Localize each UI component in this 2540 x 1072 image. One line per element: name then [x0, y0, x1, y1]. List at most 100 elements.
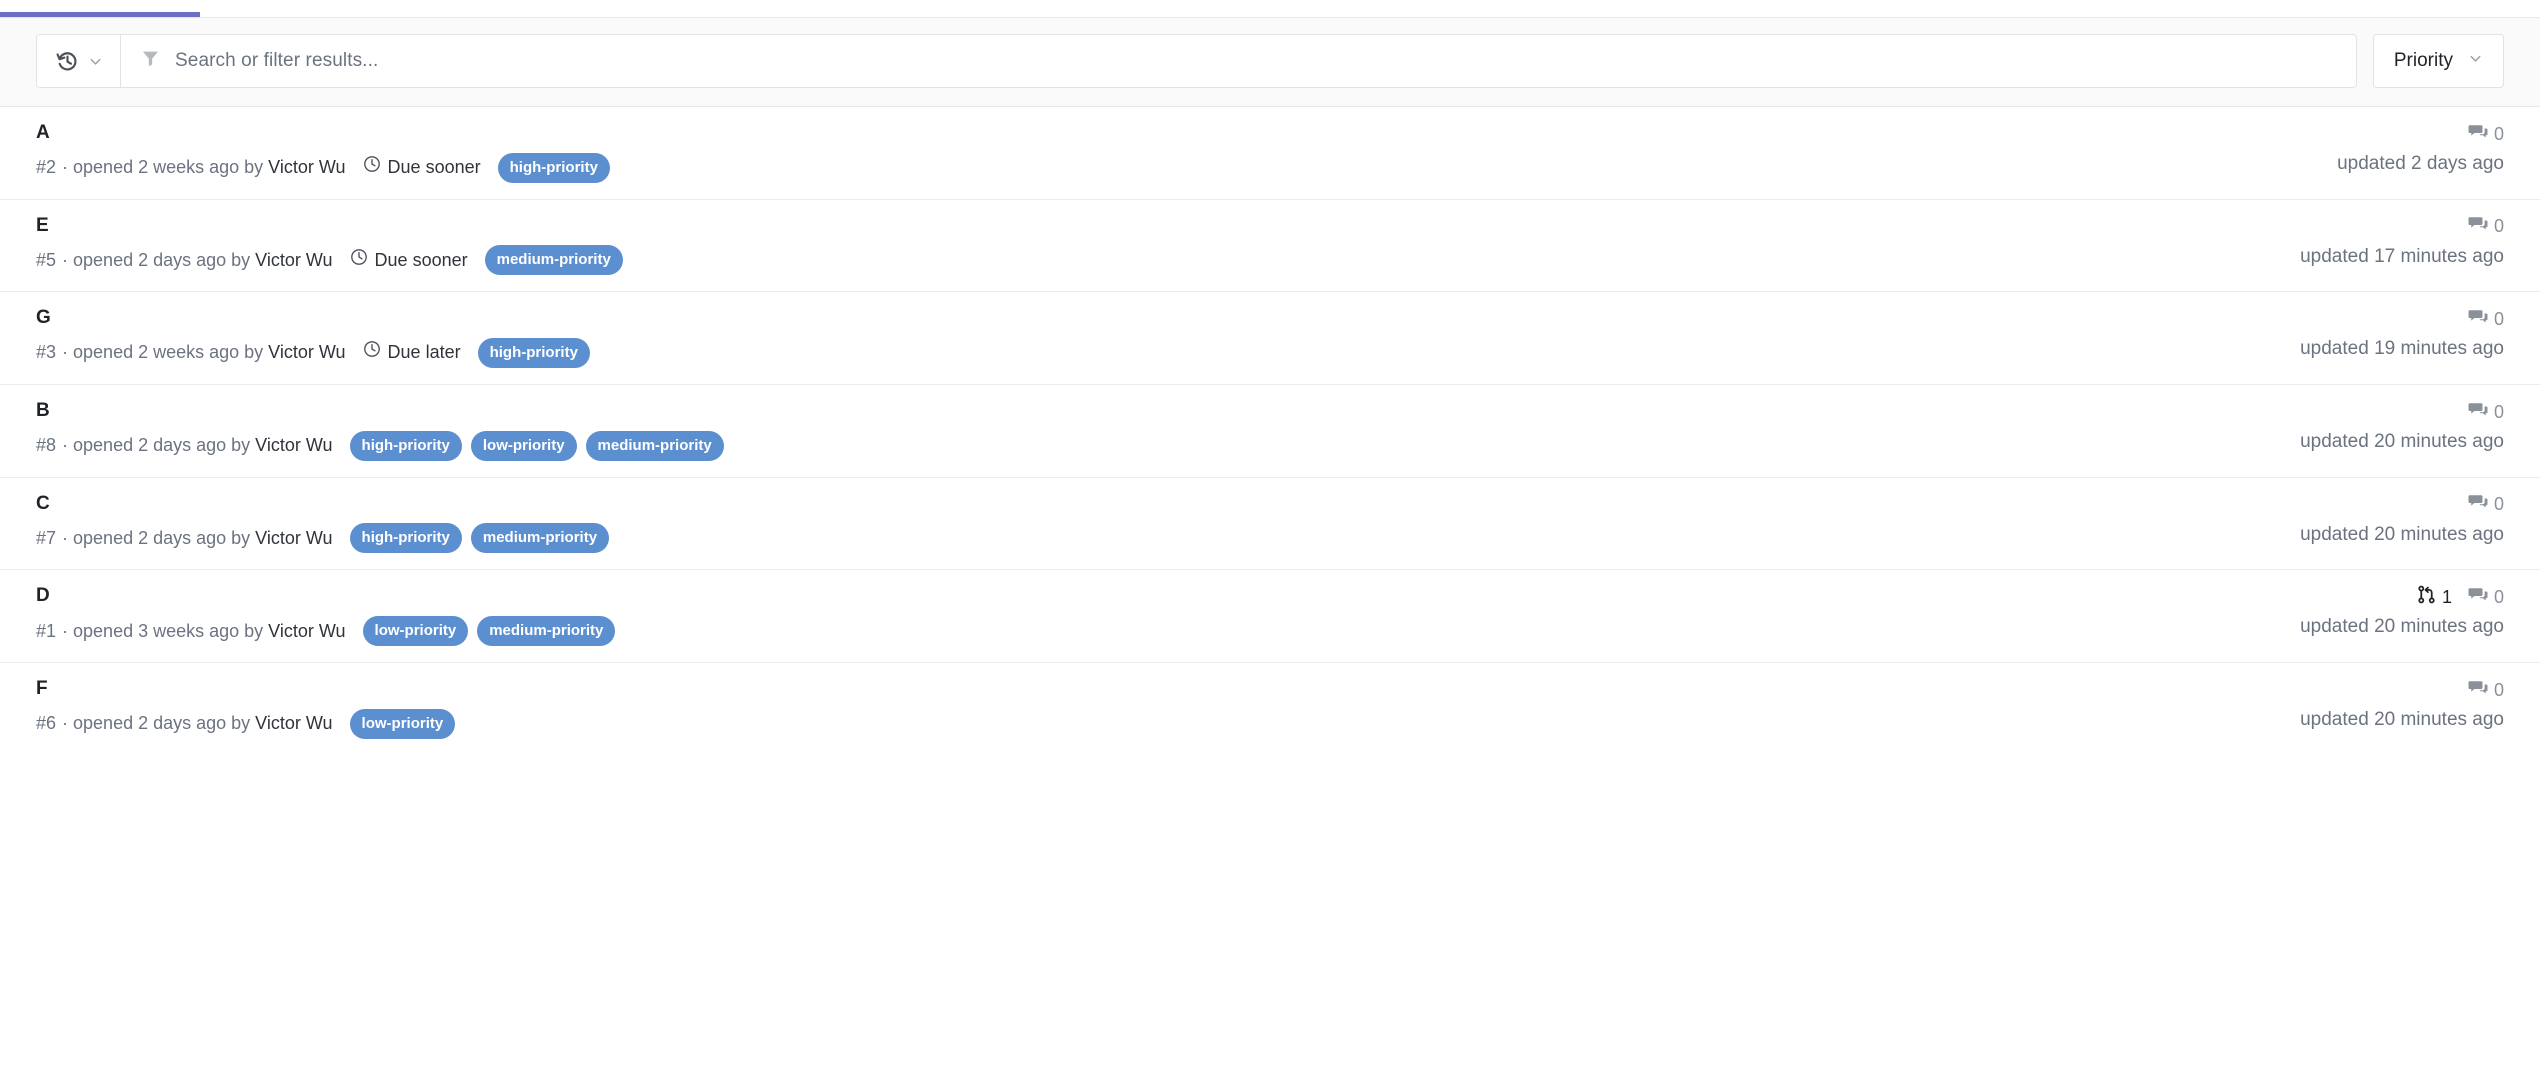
issue-title[interactable]: G: [36, 306, 590, 331]
issue-meta: #1· opened 3 weeks ago byVictor Wu low-pr…: [36, 616, 615, 646]
issue-labels: high-priority: [498, 153, 610, 183]
issue-main: G #3· opened 2 weeks ago byVictor WuDue l…: [36, 306, 590, 368]
comment-counter[interactable]: 0: [2468, 492, 2504, 517]
filter-toolbar: Search or filter results... Priority: [0, 18, 2540, 107]
issue-label-badge[interactable]: low-priority: [471, 431, 577, 461]
issue-labels: high-priority low-priority medium-priority: [350, 431, 724, 461]
pull-request-count: 1: [2442, 587, 2452, 608]
issue-updated-time: updated 20 minutes ago: [2300, 616, 2504, 638]
issue-row[interactable]: G #3· opened 2 weeks ago byVictor WuDue l…: [0, 292, 2540, 385]
issue-aside: 0updated 2 days ago: [2337, 121, 2504, 175]
comment-count: 0: [2494, 587, 2504, 608]
issue-meta: #6· opened 2 days ago byVictor Wulow-pri…: [36, 709, 455, 739]
issue-title[interactable]: F: [36, 677, 455, 702]
search-history-button[interactable]: [37, 35, 121, 87]
issue-updated-time: updated 20 minutes ago: [2300, 524, 2504, 546]
comment-counter[interactable]: 0: [2468, 678, 2504, 703]
issue-counters: 0: [2300, 494, 2504, 516]
tab-strip: [0, 0, 2540, 18]
issue-list: A #2· opened 2 weeks ago byVictor WuDue s…: [0, 107, 2540, 755]
issue-title[interactable]: C: [36, 492, 609, 517]
issue-counters: 10: [2300, 586, 2504, 608]
issue-row[interactable]: B#8· opened 2 days ago byVictor Wuhigh-p…: [0, 385, 2540, 478]
issue-author[interactable]: Victor Wu: [255, 433, 332, 458]
issue-title[interactable]: B: [36, 399, 724, 424]
issue-aside: 0updated 17 minutes ago: [2300, 214, 2504, 268]
issue-label-badge[interactable]: high-priority: [478, 338, 590, 368]
issue-index: #6: [36, 711, 56, 736]
issue-label-badge[interactable]: medium-priority: [471, 523, 609, 553]
issue-index: #3: [36, 340, 56, 365]
issue-aside: 0updated 20 minutes ago: [2300, 677, 2504, 731]
issue-due-label: Due sooner: [388, 155, 481, 180]
chevron-down-icon: [2468, 51, 2483, 71]
priority-filter-dropdown[interactable]: Priority: [2373, 34, 2504, 88]
clock-icon: [363, 340, 381, 365]
comment-count: 0: [2494, 216, 2504, 237]
issue-aside: 0 updated 20 minutes ago: [2300, 492, 2504, 546]
issue-counters: 0: [2300, 216, 2504, 238]
comment-counter[interactable]: 0: [2468, 214, 2504, 239]
issue-aside: 10updated 20 minutes ago: [2300, 584, 2504, 638]
comment-icon: [2468, 122, 2488, 147]
comment-icon: [2468, 400, 2488, 425]
issue-updated-time: updated 19 minutes ago: [2300, 338, 2504, 360]
comment-icon: [2468, 585, 2488, 610]
issue-aside: 0 updated 19 minutes ago: [2300, 306, 2504, 360]
comment-counter[interactable]: 0: [2468, 122, 2504, 147]
search-input-placeholder: Search or filter results...: [175, 50, 378, 72]
issue-label-badge[interactable]: medium-priority: [477, 616, 615, 646]
issue-label-badge[interactable]: high-priority: [350, 523, 462, 553]
priority-filter-label: Priority: [2394, 50, 2453, 72]
issue-main: D #1· opened 3 weeks ago byVictor Wu low-p…: [36, 584, 615, 646]
issue-label-badge[interactable]: low-priority: [350, 709, 456, 739]
issue-main: E#5· opened 2 days ago byVictor WuDue so…: [36, 214, 623, 276]
issue-author[interactable]: Victor Wu: [268, 155, 345, 180]
issue-author[interactable]: Victor Wu: [268, 619, 345, 644]
issue-row[interactable]: F #6· opened 2 days ago byVictor Wulow-pr…: [0, 663, 2540, 755]
issue-author[interactable]: Victor Wu: [255, 526, 332, 551]
issue-row[interactable]: C #7· opened 2 days ago byVictor Wuhigh-p…: [0, 478, 2540, 571]
issue-meta: #3· opened 2 weeks ago byVictor WuDue la…: [36, 338, 590, 368]
issue-labels: medium-priority: [485, 245, 623, 275]
issue-label-badge[interactable]: medium-priority: [586, 431, 724, 461]
issue-row[interactable]: D #1· opened 3 weeks ago byVictor Wu low-p…: [0, 570, 2540, 663]
issue-opened-text: · opened 3 weeks ago by: [62, 619, 263, 644]
comment-counter[interactable]: 0: [2468, 307, 2504, 332]
issue-author[interactable]: Victor Wu: [268, 340, 345, 365]
issue-author[interactable]: Victor Wu: [255, 711, 332, 736]
issue-row[interactable]: E#5· opened 2 days ago byVictor WuDue so…: [0, 200, 2540, 293]
issue-meta: #7· opened 2 days ago byVictor Wuhigh-pr…: [36, 523, 609, 553]
clock-icon: [350, 248, 368, 273]
issue-label-badge[interactable]: high-priority: [498, 153, 610, 183]
comment-count: 0: [2494, 309, 2504, 330]
comment-count: 0: [2494, 494, 2504, 515]
issue-title[interactable]: D: [36, 584, 615, 609]
issue-row[interactable]: A #2· opened 2 weeks ago byVictor WuDue s…: [0, 107, 2540, 200]
issue-opened-text: · opened 2 days ago by: [62, 433, 250, 458]
comment-counter[interactable]: 0: [2468, 400, 2504, 425]
issue-labels: low-priority medium-priority: [363, 616, 616, 646]
pull-request-icon: [2417, 585, 2436, 609]
issue-meta: #2· opened 2 weeks ago byVictor WuDue so…: [36, 153, 610, 183]
active-tab-indicator: [0, 12, 200, 17]
comment-count: 0: [2494, 402, 2504, 423]
issue-label-badge[interactable]: low-priority: [363, 616, 469, 646]
issue-opened-text: · opened 2 weeks ago by: [62, 155, 263, 180]
issue-main: B#8· opened 2 days ago byVictor Wuhigh-p…: [36, 399, 724, 461]
comment-count: 0: [2494, 680, 2504, 701]
issue-title[interactable]: E: [36, 214, 623, 239]
issue-counters: 0: [2300, 308, 2504, 330]
comment-counter[interactable]: 0: [2468, 585, 2504, 610]
issue-labels: low-priority: [350, 709, 456, 739]
issue-title[interactable]: A: [36, 121, 610, 146]
issue-index: #1: [36, 619, 56, 644]
issue-author[interactable]: Victor Wu: [255, 248, 332, 273]
issue-main: C #7· opened 2 days ago byVictor Wuhigh-p…: [36, 492, 609, 554]
search-input-area[interactable]: Search or filter results...: [121, 35, 2356, 87]
issue-updated-time: updated 20 minutes ago: [2300, 431, 2504, 453]
comment-count: 0: [2494, 124, 2504, 145]
issue-label-badge[interactable]: high-priority: [350, 431, 462, 461]
pull-request-counter[interactable]: 1: [2417, 585, 2452, 609]
issue-label-badge[interactable]: medium-priority: [485, 245, 623, 275]
